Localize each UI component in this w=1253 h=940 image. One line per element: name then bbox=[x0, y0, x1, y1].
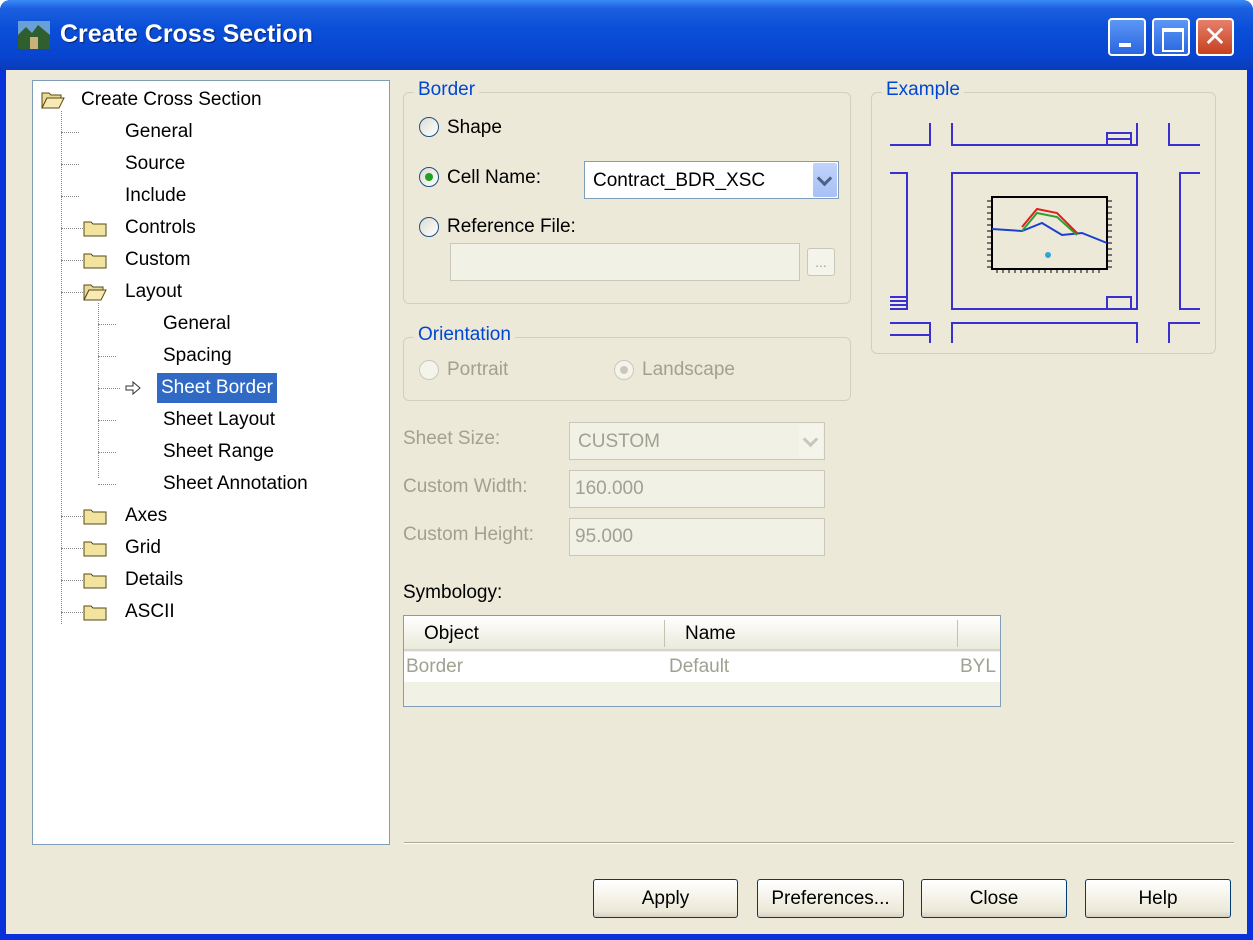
orientation-group-title: Orientation bbox=[414, 324, 515, 346]
cell-object: Border bbox=[406, 656, 464, 677]
tree-item-label: Layout bbox=[125, 281, 183, 302]
tree-item-label: Include bbox=[125, 185, 187, 206]
tree-connector bbox=[98, 388, 120, 389]
tree-item-label: Source bbox=[125, 153, 186, 174]
landscape-label: Landscape bbox=[642, 359, 735, 380]
tree-connector bbox=[61, 516, 83, 517]
folder-icon bbox=[83, 573, 107, 589]
close-button[interactable]: Close bbox=[921, 879, 1067, 918]
dialog-client: Create Cross Section General Source Incl… bbox=[6, 70, 1247, 934]
tree-item-label: Sheet Layout bbox=[163, 409, 275, 430]
symbology-table[interactable]: Object Name Border Default BYL bbox=[403, 615, 1001, 707]
tree-item-label: General bbox=[163, 313, 231, 334]
border-group: Border Shape Cell Name: Contract_BDR_XSC… bbox=[403, 79, 851, 304]
tree-connector bbox=[98, 452, 116, 453]
cell-name-value: Contract_BDR_XSC bbox=[593, 170, 766, 191]
window-title: Create Cross Section bbox=[60, 20, 313, 48]
tree-connector bbox=[61, 580, 83, 581]
sheet-border-preview bbox=[890, 123, 1200, 343]
reference-file-input[interactable] bbox=[450, 243, 800, 281]
tree-item-label: Sheet Annotation bbox=[163, 473, 308, 494]
arrow-right-icon bbox=[125, 381, 141, 395]
shape-radio[interactable] bbox=[419, 117, 439, 137]
help-button[interactable]: Help bbox=[1085, 879, 1231, 918]
tree-item-label: Create Cross Section bbox=[81, 89, 262, 110]
tree-item-label: General bbox=[125, 121, 193, 142]
sheet-size-value: CUSTOM bbox=[578, 431, 660, 452]
close-icon: ✕ bbox=[1203, 20, 1227, 53]
cell-name-dropdown[interactable]: Contract_BDR_XSC bbox=[584, 161, 839, 199]
landscape-radio[interactable] bbox=[614, 360, 634, 380]
browse-button[interactable]: ... bbox=[807, 248, 835, 276]
portrait-label: Portrait bbox=[447, 359, 509, 380]
column-header-object[interactable]: Object bbox=[424, 616, 479, 651]
sheet-size-label: Sheet Size: bbox=[403, 428, 501, 449]
title-bar[interactable]: Create Cross Section ✕ bbox=[0, 0, 1253, 70]
tree-connector bbox=[98, 324, 116, 325]
open-folder-icon bbox=[83, 284, 107, 301]
tree-item-label: Grid bbox=[125, 537, 161, 558]
app-icon bbox=[18, 21, 50, 49]
tree-connector bbox=[98, 420, 116, 421]
cell-name: Default bbox=[669, 656, 730, 677]
footer-divider bbox=[404, 842, 1234, 844]
sheet-size-dropdown[interactable]: CUSTOM bbox=[569, 422, 825, 460]
portrait-radio[interactable] bbox=[419, 360, 439, 380]
tree-item-label: Sheet Range bbox=[163, 441, 274, 462]
symbology-label: Symbology: bbox=[403, 582, 503, 603]
example-group-title: Example bbox=[882, 79, 964, 101]
tree-connector bbox=[61, 132, 79, 133]
close-window-button[interactable]: ✕ bbox=[1196, 18, 1234, 56]
example-group: Example bbox=[871, 79, 1216, 354]
tree-connector bbox=[98, 356, 116, 357]
custom-width-input[interactable]: 160.000 bbox=[569, 470, 825, 508]
custom-height-label: Custom Height: bbox=[403, 524, 534, 545]
folder-icon bbox=[83, 253, 107, 269]
tree-item-label: Custom bbox=[125, 249, 191, 270]
orientation-group: Orientation Portrait Landscape bbox=[403, 324, 851, 401]
custom-width-value: 160.000 bbox=[575, 478, 644, 499]
tree-connector bbox=[61, 292, 83, 293]
tree-item-label: Spacing bbox=[163, 345, 232, 366]
custom-width-label: Custom Width: bbox=[403, 476, 528, 497]
tree-connector bbox=[61, 164, 79, 165]
cell-name-label: Cell Name: bbox=[447, 167, 541, 188]
reference-file-label: Reference File: bbox=[447, 216, 576, 237]
tree-item-label: Axes bbox=[125, 505, 168, 526]
folder-icon bbox=[83, 605, 107, 621]
tree-connector bbox=[61, 548, 83, 549]
column-divider[interactable] bbox=[957, 620, 958, 647]
maximize-button[interactable] bbox=[1152, 18, 1190, 56]
reference-file-radio[interactable] bbox=[419, 217, 439, 237]
folder-icon bbox=[83, 509, 107, 525]
open-folder-icon bbox=[41, 92, 65, 109]
minimize-button[interactable] bbox=[1108, 18, 1146, 56]
border-group-title: Border bbox=[414, 79, 480, 101]
tree-connector bbox=[61, 612, 83, 613]
column-divider[interactable] bbox=[664, 620, 665, 647]
custom-height-value: 95.000 bbox=[575, 526, 634, 547]
cell-level: BYL bbox=[960, 656, 996, 677]
tree-item-label: ASCII bbox=[125, 601, 175, 622]
tree-connector bbox=[61, 228, 83, 229]
folder-icon bbox=[83, 221, 107, 237]
preferences-button[interactable]: Preferences... bbox=[757, 879, 904, 918]
column-header-name[interactable]: Name bbox=[685, 616, 736, 651]
cell-name-radio[interactable] bbox=[419, 167, 439, 187]
shape-label: Shape bbox=[447, 117, 502, 138]
dialog-window: Create Cross Section ✕ Create Cross Sect… bbox=[0, 0, 1253, 940]
navigation-tree[interactable]: Create Cross Section General Source Incl… bbox=[32, 80, 390, 845]
folder-icon bbox=[83, 541, 107, 557]
tree-item-label: Sheet Border bbox=[157, 373, 277, 403]
chevron-down-icon[interactable] bbox=[799, 424, 823, 458]
custom-height-input[interactable]: 95.000 bbox=[569, 518, 825, 556]
tree-connector bbox=[61, 260, 83, 261]
tree-item-label: Details bbox=[125, 569, 184, 590]
tree-connector bbox=[98, 484, 116, 485]
apply-button[interactable]: Apply bbox=[593, 879, 738, 918]
tree-connector bbox=[61, 196, 79, 197]
tree-item-label: Controls bbox=[125, 217, 196, 238]
chevron-down-icon[interactable] bbox=[813, 163, 837, 197]
